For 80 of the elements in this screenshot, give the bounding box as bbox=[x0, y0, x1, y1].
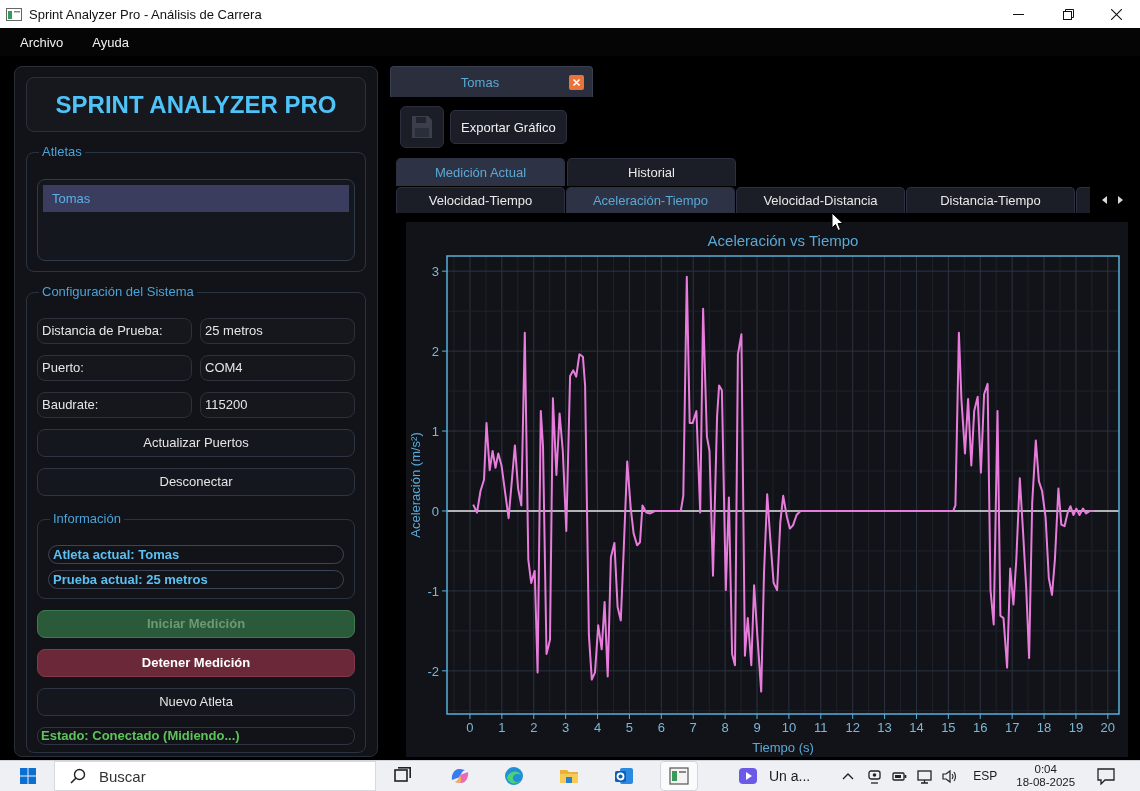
x-tick-label: 10 bbox=[781, 720, 797, 735]
clock-time[interactable]: 0:04 bbox=[1034, 763, 1057, 776]
x-tick-label: 2 bbox=[530, 720, 538, 735]
group-title: Atletas bbox=[41, 144, 83, 160]
x-tick-label: 5 bbox=[625, 720, 634, 735]
export-button[interactable]: Exportar Gráfico bbox=[450, 110, 567, 144]
x-tick-label: 11 bbox=[814, 720, 828, 735]
video-play-icon bbox=[739, 767, 757, 785]
chevron-up-icon[interactable] bbox=[842, 772, 855, 780]
app-window-icon[interactable] bbox=[659, 761, 698, 791]
app-window-icon bbox=[6, 7, 22, 21]
tab[interactable]: Distancia-Tiempo bbox=[906, 187, 1075, 213]
y-tick-label: 0 bbox=[431, 504, 439, 519]
x-tick-label: 12 bbox=[845, 720, 860, 735]
speaker-icon[interactable] bbox=[942, 768, 958, 784]
x-tick-label: 8 bbox=[721, 720, 729, 735]
group-title: Configuración del Sistema bbox=[41, 284, 195, 300]
field-label: Baudrate: bbox=[37, 392, 192, 418]
ring-tile-icon[interactable] bbox=[613, 766, 634, 786]
status-label: Estado: Conectado (Midiendo...) bbox=[37, 727, 355, 745]
x-tick-label: 15 bbox=[941, 720, 956, 735]
speech-bubble-icon[interactable] bbox=[1097, 767, 1116, 785]
x-tick-label: 20 bbox=[1100, 720, 1116, 735]
y-tick-label: -2 bbox=[427, 663, 439, 679]
field-label: Distancia de Prueba: bbox=[37, 318, 192, 344]
camera-icon[interactable] bbox=[867, 768, 883, 784]
start-icon[interactable] bbox=[20, 768, 36, 784]
athlete-list-item[interactable]: Tomas bbox=[43, 185, 349, 212]
y-tick-label: 2 bbox=[431, 344, 439, 360]
tab[interactable]: Medición Actual bbox=[396, 158, 565, 186]
value-field[interactable]: 25 metros bbox=[200, 318, 355, 344]
caret-right-icon[interactable] bbox=[1118, 196, 1123, 204]
tab[interactable]: Aceleración-Tiempo bbox=[566, 187, 735, 213]
chart-title: Aceleración vs Tiempo bbox=[707, 232, 859, 249]
search-field[interactable]: Buscar bbox=[54, 761, 376, 791]
x-tick-label: 0 bbox=[466, 720, 474, 735]
x-tick-label: 13 bbox=[877, 720, 892, 735]
x-tick-label: 17 bbox=[1004, 720, 1020, 735]
window-title: Sprint Analyzer Pro - Análisis de Carrera bbox=[29, 6, 262, 22]
x-tick-label: 7 bbox=[689, 720, 697, 735]
x-tick-label: 1 bbox=[498, 720, 506, 735]
restore-icon[interactable] bbox=[1062, 8, 1074, 20]
close-icon[interactable] bbox=[569, 74, 584, 90]
x-tick-label: 19 bbox=[1068, 720, 1084, 735]
sidebar-button[interactable]: Actualizar Puertos bbox=[37, 429, 355, 457]
y-tick-label: 1 bbox=[431, 424, 439, 440]
monitor-icon[interactable] bbox=[917, 768, 933, 784]
sidebar-button[interactable]: Nuevo Atleta bbox=[37, 688, 355, 716]
taskbar-item[interactable]: Un a... bbox=[739, 767, 811, 785]
wave-circle-icon[interactable] bbox=[503, 766, 524, 786]
search-icon bbox=[70, 768, 86, 784]
group-title: Información bbox=[52, 511, 122, 527]
stop-button[interactable]: Detener Medición bbox=[37, 649, 355, 677]
tab[interactable]: Historial bbox=[567, 158, 736, 186]
y-tick-label: 3 bbox=[431, 264, 439, 280]
menu-item[interactable]: Ayuda bbox=[92, 34, 129, 50]
field-label: Puerto: bbox=[37, 355, 192, 381]
x-tick-label: 14 bbox=[909, 720, 924, 735]
x-tick-label: 9 bbox=[753, 720, 761, 735]
tab[interactable]: Velocidad-Distancia bbox=[736, 187, 905, 213]
language-indicator[interactable]: ESP bbox=[973, 769, 998, 783]
tab[interactable]: Velocidad-Tiempo bbox=[396, 187, 565, 213]
sidebar-button[interactable]: Desconectar bbox=[37, 468, 355, 496]
x-tick-label: 16 bbox=[973, 720, 988, 735]
x-axis-title: Tiempo (s) bbox=[752, 740, 814, 755]
document-tab[interactable]: Tomas bbox=[390, 66, 593, 97]
menu-item[interactable]: Archivo bbox=[20, 34, 64, 50]
clock-date[interactable]: 18-08-2025 bbox=[1016, 776, 1076, 789]
caret-left-icon[interactable] bbox=[1102, 196, 1107, 204]
app-title: SPRINT ANALYZER PRO bbox=[55, 90, 337, 119]
mouse-pointer-icon bbox=[831, 212, 844, 232]
x-tick-label: 3 bbox=[562, 720, 570, 735]
x-tick-label: 4 bbox=[593, 720, 602, 735]
x-tick-label: 18 bbox=[1036, 720, 1052, 735]
x-tick-label: 6 bbox=[657, 720, 665, 735]
value-field[interactable]: 115200 bbox=[200, 392, 355, 418]
y-axis-title: Aceleración (m/s²) bbox=[408, 432, 423, 538]
y-tick-label: -1 bbox=[427, 583, 439, 599]
value-field[interactable]: COM4 bbox=[200, 355, 355, 381]
close-icon[interactable] bbox=[1111, 8, 1122, 20]
